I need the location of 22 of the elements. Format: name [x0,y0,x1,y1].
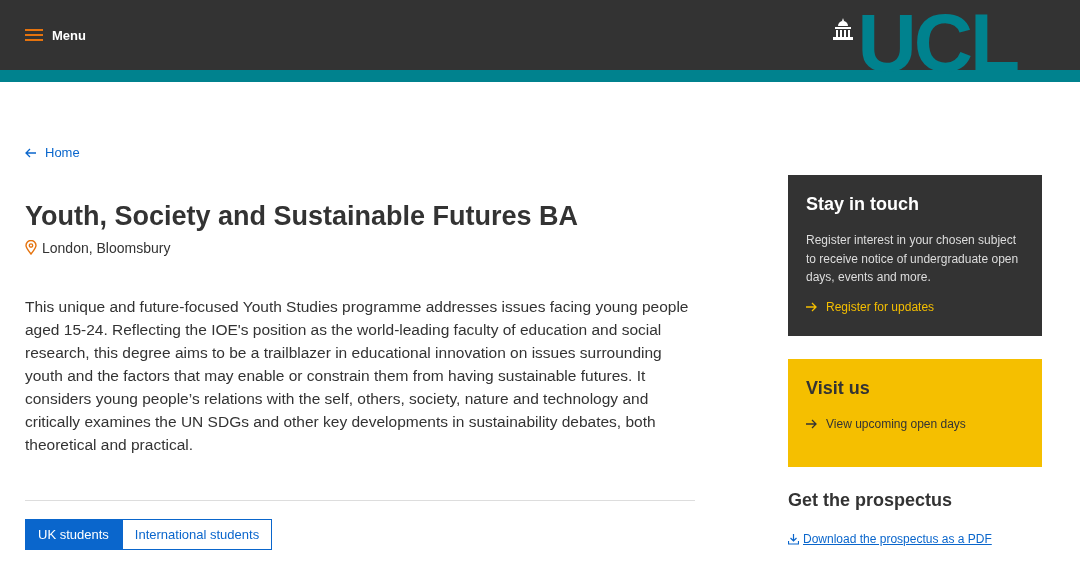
student-tab[interactable]: UK students [25,518,122,550]
panel-title: Visit us [806,377,871,399]
arrow-icon [806,418,817,429]
download-icon [788,533,799,545]
page-title: Youth, Society and Sustainable Futures BA [25,199,580,232]
back-arrow-icon [25,147,36,158]
download-link[interactable]: Download the prospectus as a PDF [788,532,992,546]
menu-button[interactable]: Menu [25,27,86,43]
panel-link[interactable]: Register for updates [806,299,935,314]
location-text: London, Bloomsbury [42,239,171,256]
panel-link[interactable]: View upcoming open days [806,416,966,431]
logo-text: UCL [857,12,1017,70]
menu-icon [25,29,43,41]
student-tab[interactable]: International students [121,518,273,550]
home-link[interactable]: Home [25,145,80,160]
panel-text: Register interest in your chosen subject to receive notice of undergraduate open days, events and more. [806,232,1020,286]
building-icon [833,18,854,40]
description: This unique and future-focused Youth Studies programme addresses issues facing young people aged 15-24. Reflecting the IOE's position as the world-leading faculty of education and social research, this degree aims to be a trailblazer in educational innovation on issues surrounding youth and the factors that may enable or constrain them from having sustainable futures. It considers young people’s relations with the self, others, society, nature and technology and critically examines the UN SDGs and other key developments in sustainability debates, both theoretical and practical. [25,296,690,455]
panel-title: Stay in touch [806,194,920,215]
panel-title: Get the prospectus [788,489,954,511]
location-pin-icon [25,240,37,256]
arrow-icon [806,301,817,312]
